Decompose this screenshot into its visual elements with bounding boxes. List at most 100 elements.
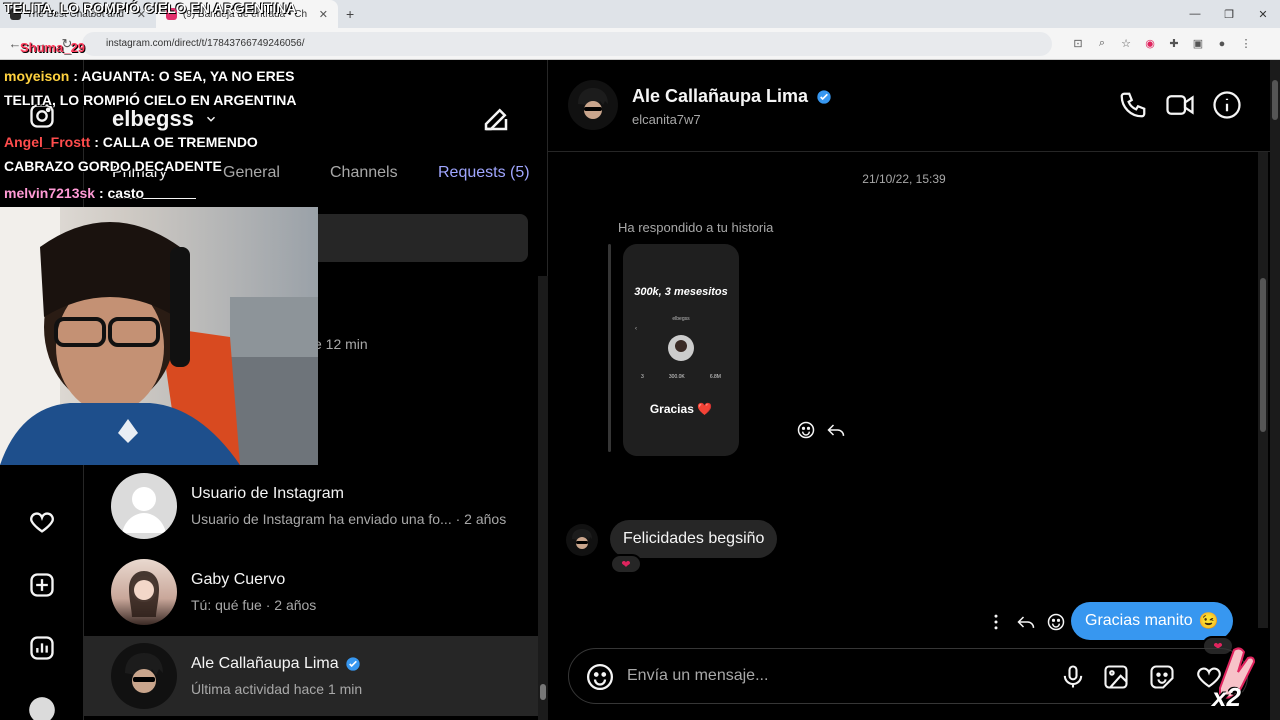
chat-avatar[interactable] (568, 80, 618, 130)
instagram-favicon-icon (166, 8, 177, 20)
audio-call-icon[interactable] (1118, 90, 1148, 120)
opera-icon[interactable]: ◉ (1142, 36, 1158, 52)
video-call-icon[interactable] (1165, 90, 1195, 120)
url-text: instagram.com/direct/t/17843766749246056… (106, 38, 305, 49)
bookmark-star-icon[interactable]: ☆ (1118, 36, 1134, 52)
conversation-name: Usuario de Instagram (191, 485, 344, 502)
chat-scrollbar[interactable] (1258, 152, 1268, 628)
browser-tabbar: The Best Chatbot and Widgets ✕ (9) Bande… (0, 0, 1280, 28)
address-bar[interactable]: instagram.com/direct/t/17843766749246056… (82, 31, 1052, 56)
conversation-name: Gaby Cuervo (191, 571, 286, 588)
heart-reaction-icon: ❤ (621, 558, 631, 571)
story-stats: 3 300.0K 6.8M (641, 374, 721, 380)
page-scrollbar[interactable] (1270, 60, 1280, 720)
microphone-icon[interactable] (1059, 663, 1087, 691)
verified-badge-icon (345, 657, 360, 671)
tab-search-icon[interactable]: ▣ (1190, 36, 1206, 52)
chat-contact-handle: elcanita7w7 (632, 112, 701, 127)
reload-icon[interactable]: ↻ (56, 33, 78, 55)
conversation-preview: Tú: qué fue · 2 años (191, 597, 317, 613)
conversation-item-selected[interactable]: Ale Callañaupa Lima Última actividad hac… (84, 636, 538, 716)
browser-toolbar: ← → ↻ instagram.com/direct/t/17843766749… (0, 28, 1280, 60)
story-profile-name: elbegss (672, 316, 690, 322)
minimize-button[interactable]: — (1178, 0, 1212, 28)
zoom-icon[interactable]: ⌕ (1094, 36, 1110, 52)
browser-tab-instagram[interactable]: (9) Bandeja de entrada • Chats ✕ (156, 0, 338, 28)
conversation-preview: Última actividad hace 1 min (191, 681, 363, 697)
story-stat: 6.8M (709, 374, 721, 380)
wink-emoji-icon: 😉 (1198, 613, 1219, 630)
conversation-item[interactable]: Usuario de Instagram Usuario de Instagra… (84, 466, 538, 546)
tab-primary[interactable]: Primary (112, 164, 167, 182)
avatar (111, 643, 177, 709)
badge-text: x2 (1212, 682, 1241, 712)
story-reply-bar (608, 244, 611, 452)
story-thanks: Gracias ❤️ (623, 402, 739, 416)
tab-favicon-icon (10, 8, 21, 20)
story-heart-icon: ❤️ (697, 402, 713, 416)
chat-header: Ale Callañaupa Lima elcanita7w7 (548, 60, 1270, 152)
story-profile-preview: ‹ elbegss 3 300.0K 6.8M (631, 314, 731, 402)
conversation-name: Ale Callañaupa Lima (191, 655, 339, 672)
conversation-info-icon[interactable] (1212, 90, 1242, 120)
sticker-icon[interactable] (1148, 663, 1176, 691)
react-emoji-icon[interactable] (796, 420, 816, 440)
heart-reaction-badge[interactable]: ❤ (610, 554, 642, 574)
profile-icon[interactable]: ● (1214, 36, 1230, 52)
notifications-heart-icon[interactable] (26, 506, 58, 538)
install-app-icon[interactable]: ⊡ (1070, 36, 1086, 52)
message-input[interactable] (627, 655, 1047, 697)
instagram-logo-icon[interactable] (26, 100, 58, 132)
story-title: 300k, 3 mesesitos (634, 286, 728, 298)
account-switcher[interactable]: elbegss (112, 106, 218, 132)
react-emoji-icon[interactable] (1046, 612, 1066, 632)
scrollbar-thumb[interactable] (1272, 80, 1278, 120)
message-composer (568, 648, 1248, 704)
reply-arrow-icon[interactable] (826, 420, 846, 440)
tab-general[interactable]: General (223, 164, 280, 182)
more-options-icon[interactable] (986, 612, 1006, 632)
extensions-icon[interactable]: ✚ (1166, 36, 1182, 52)
maximize-button[interactable]: ❐ (1212, 0, 1246, 28)
sender-avatar[interactable] (566, 524, 598, 556)
message-timestamp: 21/10/22, 15:39 (862, 172, 946, 186)
emoji-picker-icon[interactable] (585, 662, 615, 692)
back-icon[interactable]: ← (4, 33, 26, 55)
tab-requests[interactable]: Requests (5) (438, 164, 530, 182)
story-preview-card[interactable]: 300k, 3 mesesitos ‹ elbegss 3 300.0K 6.8… (623, 244, 739, 456)
chat-contact-name-row[interactable]: Ale Callañaupa Lima (632, 86, 832, 107)
webcam-overlay (0, 207, 318, 465)
stream-clap-badge: x2 (1204, 644, 1260, 714)
scrollbar-thumb[interactable] (1260, 278, 1266, 432)
tab-close-icon[interactable]: ✕ (319, 8, 328, 21)
new-tab-button[interactable]: + (338, 6, 362, 22)
tab-title: The Best Chatbot and Widgets (26, 8, 125, 20)
account-username: elbegss (112, 106, 194, 131)
tab-channels[interactable]: Channels (330, 164, 398, 182)
inbox-scrollbar[interactable] (538, 276, 548, 720)
create-plus-icon[interactable] (26, 569, 58, 601)
verified-badge-icon (817, 89, 831, 104)
incoming-message-bubble[interactable]: Felicidades begsiño (610, 520, 778, 558)
avatar (111, 559, 177, 625)
outgoing-message-bubble[interactable]: Gracias manito 😉 (1071, 602, 1233, 640)
reply-arrow-icon[interactable] (1016, 612, 1036, 632)
story-message-actions (796, 420, 846, 440)
svg-text:‹: ‹ (635, 326, 637, 332)
message-thread: 21/10/22, 15:39 Ha respondido a tu histo… (548, 152, 1260, 656)
inbox-header: elbegss Primary General Channels Request… (84, 60, 548, 210)
tab-close-icon[interactable]: ✕ (137, 8, 146, 21)
new-message-compose-icon[interactable] (481, 104, 511, 134)
scrollbar-thumb[interactable] (540, 684, 546, 700)
tab-title: (9) Bandeja de entrada • Chats (182, 8, 307, 20)
profile-avatar-icon[interactable] (26, 694, 58, 720)
close-window-button[interactable]: ✕ (1246, 0, 1280, 28)
avatar (111, 473, 177, 539)
conversation-item[interactable]: Gaby Cuervo Tú: qué fue · 2 años (84, 552, 538, 632)
image-upload-icon[interactable] (1102, 663, 1130, 691)
browser-tab-chatbot[interactable]: The Best Chatbot and Widgets ✕ (0, 0, 156, 28)
dashboard-chart-icon[interactable] (26, 632, 58, 664)
menu-kebab-icon[interactable]: ⋮ (1238, 36, 1254, 52)
chat-contact-name: Ale Callañaupa Lima (632, 86, 809, 106)
forward-icon[interactable]: → (30, 33, 52, 55)
